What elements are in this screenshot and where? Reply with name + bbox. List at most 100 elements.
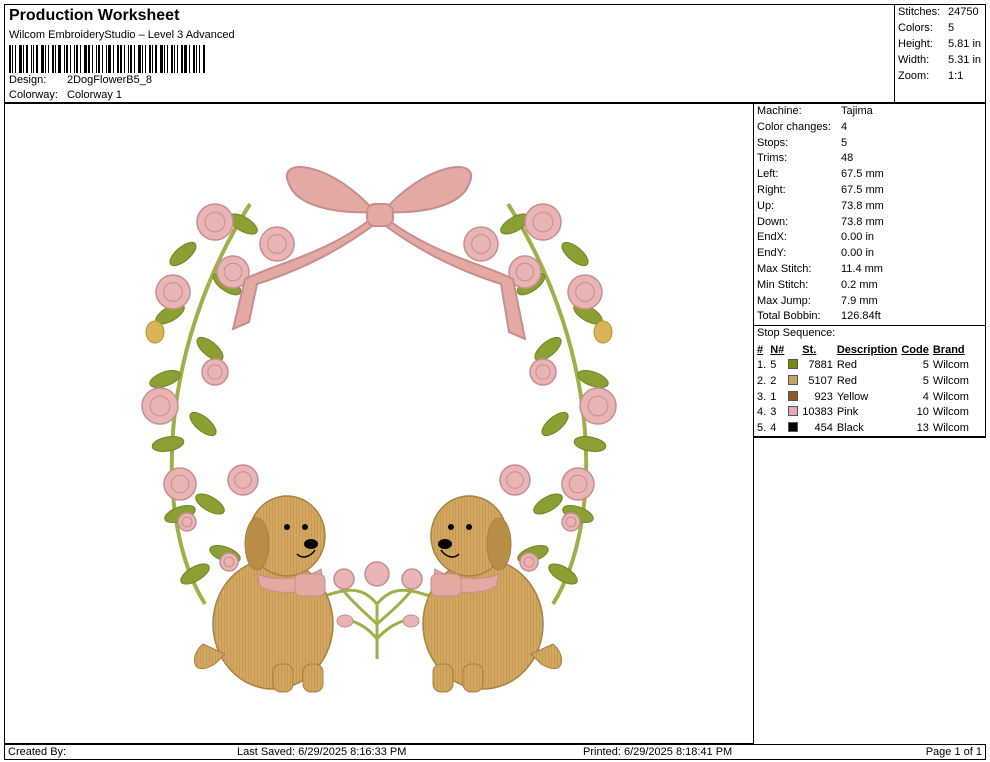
rose xyxy=(579,387,617,425)
barcode xyxy=(9,45,209,73)
rose xyxy=(561,467,595,501)
row-stitches: 7881 xyxy=(808,359,833,372)
row-stitches: 10383 xyxy=(802,406,833,419)
rose xyxy=(463,226,499,262)
created-by: Created By: xyxy=(8,746,67,758)
row-brand: Wilcom xyxy=(932,374,969,387)
info-row: Machine: Tajima xyxy=(757,105,873,117)
row-stitches: 923 xyxy=(814,390,833,403)
row-index: 1. xyxy=(757,359,767,372)
rose xyxy=(227,464,259,496)
col-code: Code xyxy=(901,343,929,356)
barcode-bar xyxy=(164,45,165,73)
row-stitches: 454 xyxy=(814,421,833,434)
barcode-bar xyxy=(45,45,46,73)
design-value: 2DogFlowerB5_8 xyxy=(67,74,152,86)
row-swatch xyxy=(786,420,800,436)
barcode-bar xyxy=(98,45,100,73)
colorway-value: Colorway 1 xyxy=(67,89,123,101)
info-value: 0.00 in xyxy=(841,231,875,244)
barcode-bar xyxy=(88,45,90,73)
barcode-bar xyxy=(80,45,81,73)
row-needle: 2 xyxy=(770,374,777,387)
info-row: Min Stitch: 0.2 mm xyxy=(757,279,878,291)
row-description: Black xyxy=(836,421,864,434)
row-description: Pink xyxy=(836,406,859,419)
leaf xyxy=(533,493,563,515)
barcode-bar xyxy=(58,45,61,73)
barcode-bar xyxy=(64,45,65,73)
info-label: EndY: xyxy=(757,247,787,260)
info-label: Color changes: xyxy=(757,120,831,133)
barcode-bar xyxy=(9,45,11,73)
info-value: Tajima xyxy=(841,105,873,117)
info-label: Trims: xyxy=(757,152,788,165)
barcode-bar xyxy=(167,45,168,73)
info-row: Max Jump: 7.9 mm xyxy=(757,295,878,307)
stat-colors: Colors: 5 xyxy=(898,22,955,34)
rose xyxy=(561,512,581,532)
divider xyxy=(754,325,985,326)
barcode-bar xyxy=(106,45,107,73)
row-index: 4. xyxy=(757,406,767,419)
col-description: Description xyxy=(836,343,898,356)
barcode-bar xyxy=(66,45,68,73)
leaf xyxy=(169,241,197,267)
row-brand: Wilcom xyxy=(932,390,969,403)
printed-date: Printed: 6/29/2025 8:18:41 PM xyxy=(583,746,733,758)
barcode-bar xyxy=(92,45,93,73)
barcode-bar xyxy=(181,45,183,73)
row-code: 5 xyxy=(922,374,929,387)
worksheet-header: Production Worksheet Wilcom EmbroiderySt… xyxy=(4,4,895,103)
barcode-bar xyxy=(26,45,28,73)
rose xyxy=(201,358,229,386)
table-row: 1. 5 7881 Red 5 Wilcom xyxy=(755,358,971,374)
barcode-bar xyxy=(84,45,87,73)
info-value: 73.8 mm xyxy=(841,215,884,228)
barcode-bar xyxy=(12,45,13,73)
color-swatch xyxy=(788,359,799,370)
row-code: 13 xyxy=(916,421,929,434)
table-row: 5. 4 454 Black 13 Wilcom xyxy=(755,420,971,436)
barcode-bar xyxy=(33,45,34,73)
color-swatch xyxy=(788,374,799,385)
barcode-bar xyxy=(177,45,178,73)
row-index: 3. xyxy=(757,390,767,403)
embroidery-design-artwork xyxy=(141,166,617,693)
barcode-bar xyxy=(31,45,32,73)
barcode-bar xyxy=(108,45,111,73)
col-stitches: St. xyxy=(802,343,817,356)
table-row: 3. 1 923 Yellow 4 Wilcom xyxy=(755,389,971,405)
barcode-bar xyxy=(124,45,125,73)
rose xyxy=(519,552,539,572)
info-label: Max Stitch: xyxy=(757,263,812,275)
barcode-bar xyxy=(128,45,129,73)
info-label: Up: xyxy=(757,199,775,212)
leaf xyxy=(541,411,569,437)
rose xyxy=(219,552,239,572)
leaf xyxy=(195,493,225,515)
page-title: Production Worksheet xyxy=(9,7,180,24)
rose xyxy=(196,203,234,241)
color-swatch xyxy=(788,406,799,417)
col-index: # xyxy=(757,343,764,356)
barcode-bar xyxy=(74,45,75,73)
barcode-bar xyxy=(145,45,146,73)
row-code: 4 xyxy=(922,390,929,403)
stop-sequence-table: # N# St. Description Code Brand 1. 5 7881 R… xyxy=(755,342,971,436)
worksheet-footer: Created By: Last Saved: 6/29/2025 8:16:3… xyxy=(4,744,986,760)
info-value: 67.5 mm xyxy=(841,184,884,196)
rose xyxy=(499,464,531,496)
rose xyxy=(155,274,191,310)
center-bouquet xyxy=(314,561,440,659)
row-needle: 3 xyxy=(770,406,777,419)
info-value: 4 xyxy=(841,120,848,133)
col-color xyxy=(786,342,800,358)
barcode-bar xyxy=(196,45,197,73)
info-label: Machine: xyxy=(757,105,802,117)
info-label: Right: xyxy=(757,184,786,196)
stat-height: Height: 5.81 in xyxy=(898,38,982,50)
last-saved: Last Saved: 6/29/2025 8:16:33 PM xyxy=(237,746,407,758)
divider xyxy=(754,436,985,437)
barcode-bar xyxy=(70,45,71,73)
